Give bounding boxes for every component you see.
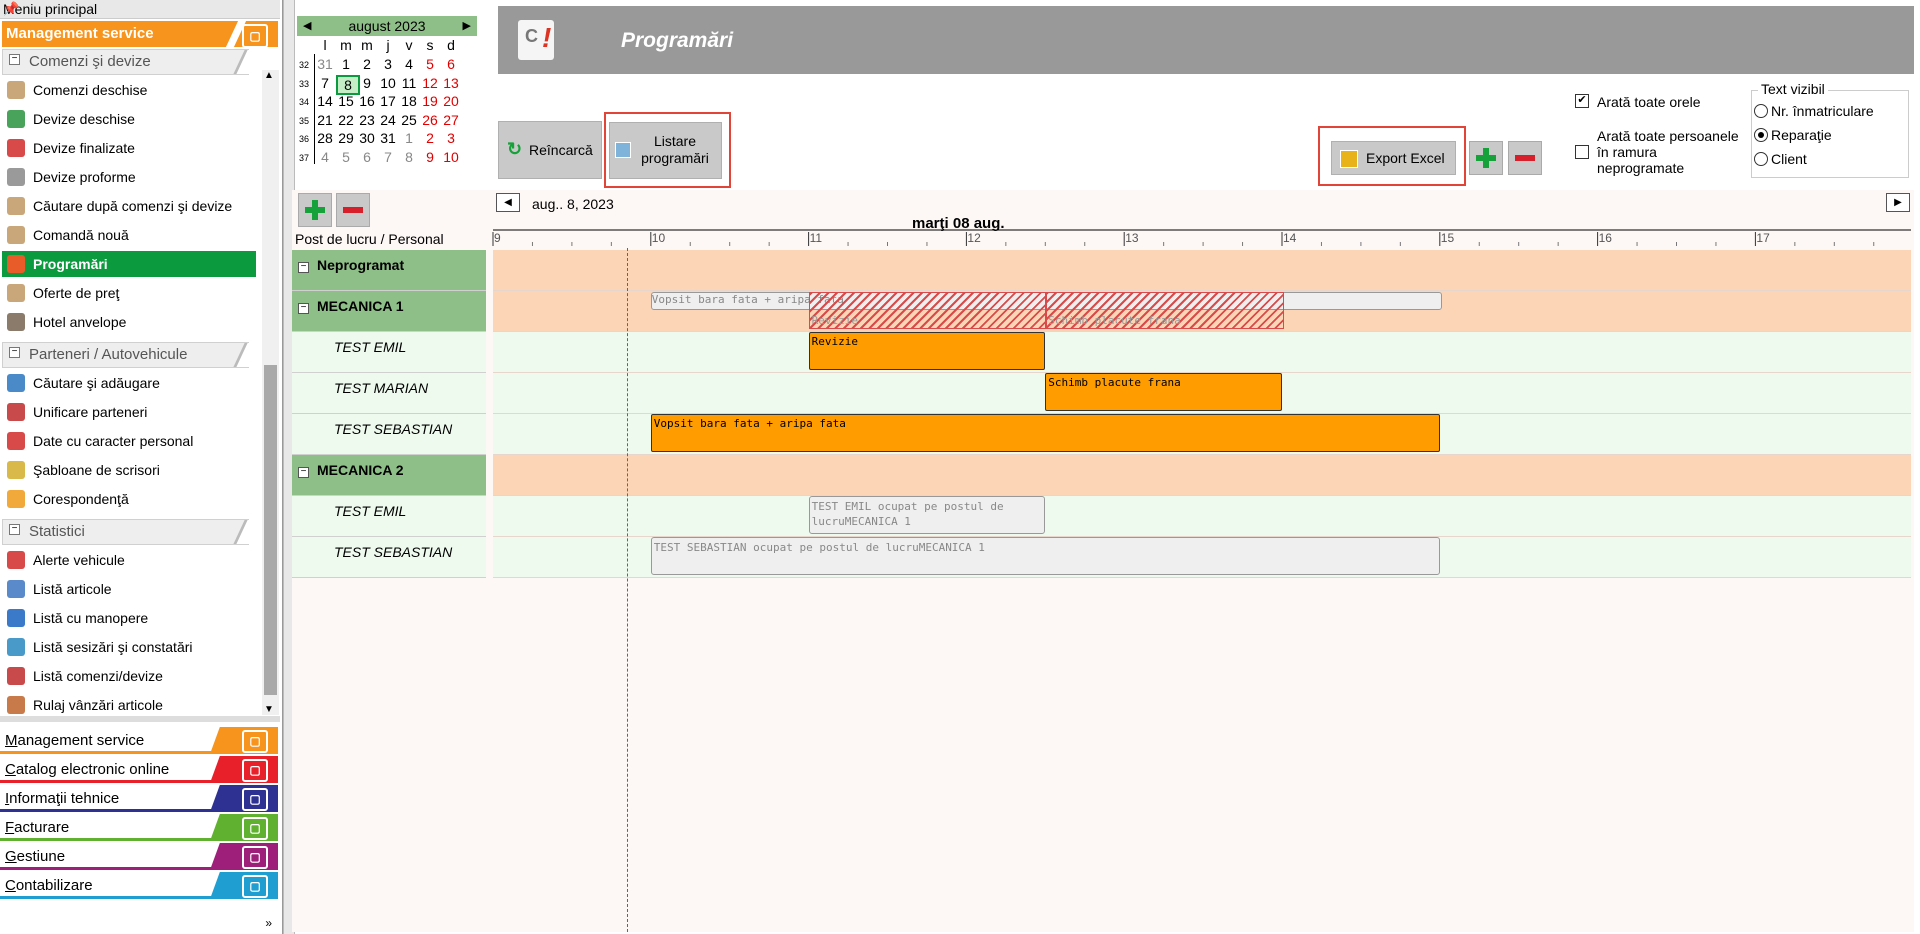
staff-row-label[interactable]: TEST EMIL bbox=[292, 332, 486, 373]
row-label-text: TEST MARIAN bbox=[334, 380, 429, 396]
schedule-row[interactable] bbox=[493, 250, 1911, 291]
hour-label: 9 bbox=[494, 231, 501, 245]
appointment-overlap[interactable]: Schimb placute frana bbox=[1045, 292, 1284, 329]
row-label-text: TEST SEBASTIAN bbox=[334, 421, 453, 437]
row-label-text: MECANICA 2 bbox=[317, 462, 404, 478]
staff-row-label[interactable]: TEST MARIAN bbox=[292, 373, 486, 414]
appointment-bar[interactable]: Schimb placute frana bbox=[1045, 373, 1282, 411]
hour-label: 16 bbox=[1599, 231, 1613, 245]
hour-label: 13 bbox=[1125, 231, 1139, 245]
hour-label: 12 bbox=[967, 231, 981, 245]
schedule-row[interactable] bbox=[493, 496, 1911, 537]
hour-label: 14 bbox=[1283, 231, 1297, 245]
collapse-icon[interactable]: − bbox=[298, 303, 309, 314]
row-label-text: MECANICA 1 bbox=[317, 298, 404, 314]
schedule-row[interactable] bbox=[493, 455, 1911, 496]
workstation-row-label[interactable]: − MECANICA 2 bbox=[292, 455, 486, 496]
schedule-row[interactable] bbox=[493, 332, 1911, 373]
current-time-line bbox=[627, 248, 629, 932]
appointment-overlap-label: Revizie bbox=[811, 314, 858, 327]
appointment-overlap-label: Schimb placute frana bbox=[1048, 314, 1181, 327]
hour-label: 15 bbox=[1441, 231, 1455, 245]
row-label-text: TEST EMIL bbox=[334, 339, 407, 355]
staff-row-label[interactable]: TEST EMIL bbox=[292, 496, 486, 537]
busy-elsewhere-bar[interactable]: TEST EMIL ocupat pe postul de lucruMECAN… bbox=[808, 496, 1046, 534]
hour-label: 10 bbox=[652, 231, 666, 245]
hour-label: 17 bbox=[1756, 231, 1770, 245]
collapse-icon[interactable]: − bbox=[298, 262, 309, 273]
workstation-row-label[interactable]: − MECANICA 1 bbox=[292, 291, 486, 332]
busy-elsewhere-bar[interactable]: TEST SEBASTIAN ocupat pe postul de lucru… bbox=[650, 537, 1440, 575]
row-label-text: TEST EMIL bbox=[334, 503, 407, 519]
staff-row-label[interactable]: TEST SEBASTIAN bbox=[292, 414, 486, 455]
appointment-bar[interactable]: Revizie bbox=[808, 332, 1046, 370]
workstation-row-label[interactable]: − Neprogramat bbox=[292, 250, 486, 291]
staff-row-label[interactable]: TEST SEBASTIAN bbox=[292, 537, 486, 578]
row-label-text: Neprogramat bbox=[317, 257, 405, 273]
appointment-overlap[interactable]: Revizie bbox=[808, 292, 1048, 329]
row-label-text: TEST SEBASTIAN bbox=[334, 544, 453, 560]
hour-label: 11 bbox=[810, 231, 823, 245]
appointment-bar[interactable]: Vopsit bara fata + aripa fata bbox=[650, 414, 1440, 452]
collapse-icon[interactable]: − bbox=[298, 467, 309, 478]
